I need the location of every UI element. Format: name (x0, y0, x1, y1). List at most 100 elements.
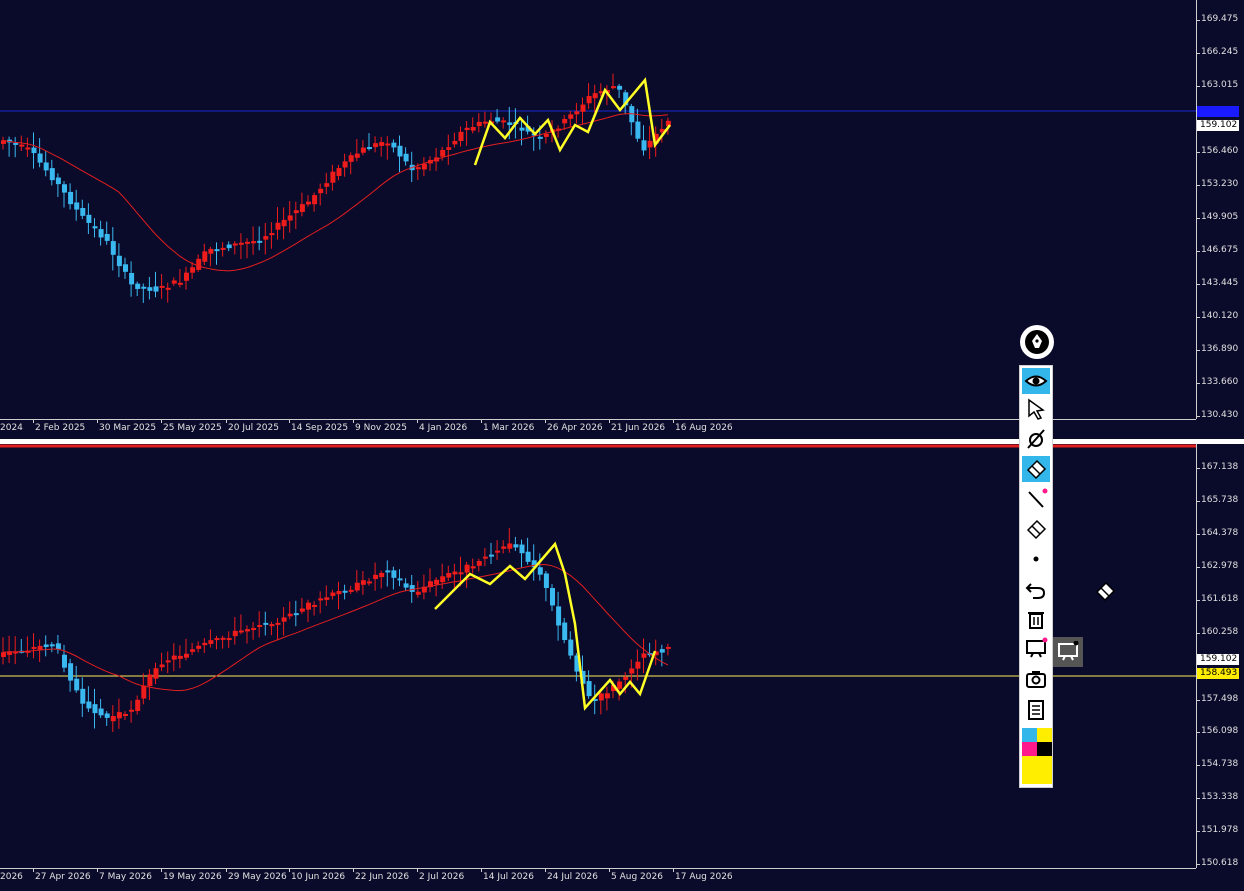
candle-body (190, 649, 196, 652)
candle-body (263, 236, 269, 240)
candle-body (190, 267, 196, 273)
clipboard-icon (1028, 700, 1044, 720)
candle-body (220, 637, 226, 640)
candle-body (165, 660, 171, 663)
candle-body (68, 663, 74, 681)
bottom-price-axis[interactable]: 167.138 165.738 164.378 162.978 161.618 160.2… (1196, 444, 1244, 868)
candle-body (519, 127, 525, 131)
price-tick-mark (1196, 700, 1200, 701)
color-swatch[interactable] (1022, 742, 1037, 756)
color-swatch[interactable] (1022, 728, 1037, 742)
hide-drawings-tool-button[interactable] (1022, 426, 1050, 452)
candle-body (1, 652, 6, 657)
date-tick-mark (33, 868, 34, 872)
top-price-axis[interactable]: 169.475 166.245 163.015 159.102 156.460 153.2… (1196, 0, 1244, 420)
candle-body (129, 272, 135, 285)
candle-body (635, 121, 641, 139)
candle-body (495, 550, 501, 553)
trash-tool-button[interactable] (1022, 606, 1050, 632)
candle-body (373, 143, 379, 148)
candle-body (110, 716, 116, 722)
price-tick-mark (1196, 251, 1200, 252)
candle-body (104, 713, 110, 718)
candle-body (336, 591, 342, 595)
candle-body (403, 153, 409, 162)
screen-tool-popup[interactable] (1053, 637, 1083, 667)
candle-body (31, 147, 37, 154)
candle-body (379, 142, 385, 146)
price-tick-label: 165.738 (1201, 495, 1239, 505)
drawing-toolbar (1019, 365, 1053, 788)
clipboard-tool-button[interactable] (1022, 696, 1050, 722)
candle-body (263, 622, 269, 625)
candle-body (226, 244, 232, 249)
undo-tool-button[interactable] (1022, 576, 1050, 602)
candle-body (318, 188, 324, 194)
cursor-icon (1028, 398, 1045, 420)
candle-body (641, 653, 647, 658)
date-tick-mark (353, 419, 354, 423)
top-date-axis: 2024 2 Feb 2025 30 Mar 2025 25 May 2025 20 J… (0, 419, 1196, 440)
candle-body (80, 688, 86, 704)
color-swatch[interactable] (1022, 756, 1037, 784)
date-tick-mark (673, 419, 674, 423)
bottom-chart-canvas[interactable] (0, 444, 1196, 868)
date-tick-mark (289, 868, 290, 872)
candle-body (354, 153, 360, 158)
top-chart-pane[interactable] (0, 0, 1196, 419)
candle-body (507, 122, 513, 126)
price-tick-label: 154.738 (1201, 759, 1239, 769)
color-swatch[interactable] (1037, 742, 1052, 756)
candle-body (214, 249, 220, 252)
candle-body (306, 201, 311, 205)
date-label: 16 Aug 2026 (675, 423, 733, 433)
candle-body (482, 121, 488, 124)
camera-tool-button[interactable] (1022, 666, 1050, 692)
dot-tool-button[interactable] (1022, 546, 1050, 572)
candle-body (208, 248, 214, 254)
undo-icon (1025, 583, 1046, 599)
bottom-chart-pane[interactable] (0, 444, 1196, 868)
date-tick-mark (417, 868, 418, 872)
pen-tool-button[interactable] (1020, 325, 1054, 359)
price-tick-label: 130.430 (1201, 410, 1239, 420)
candle-body (458, 572, 464, 575)
color-swatch[interactable] (1037, 728, 1052, 742)
candle-body (415, 167, 421, 170)
candle-body (440, 576, 446, 583)
candle-body (129, 709, 135, 712)
eye-tool-button[interactable] (1022, 368, 1050, 394)
candle-body (257, 240, 263, 243)
price-tick-mark (1196, 20, 1200, 21)
candle-body (458, 131, 464, 142)
candle-body (135, 699, 141, 711)
candle-body (31, 646, 37, 649)
top-chart-canvas[interactable] (0, 0, 1196, 419)
candle-body (306, 602, 311, 610)
price-tick-label: 133.660 (1201, 377, 1239, 387)
color-swatch[interactable] (1037, 756, 1052, 784)
candle-body (80, 207, 86, 216)
candle-body (330, 171, 336, 183)
candle-body (287, 215, 293, 221)
cursor-tool-button[interactable] (1022, 396, 1050, 422)
line-tool-button[interactable] (1022, 486, 1050, 512)
candle-body (385, 570, 391, 573)
date-tick-mark (97, 419, 98, 423)
eraser-tool-button[interactable] (1022, 456, 1050, 482)
candle-body (665, 646, 671, 649)
candle-body (482, 556, 488, 559)
screen-tool-button[interactable] (1022, 636, 1050, 662)
price-tick-mark (1196, 633, 1200, 634)
candle-body (55, 643, 61, 650)
date-tick-mark (417, 419, 418, 423)
candle-body (245, 629, 250, 632)
candle-body (379, 572, 385, 578)
date-label: 17 Aug 2026 (675, 872, 733, 882)
price-tick-mark (1196, 864, 1200, 865)
eraser-alt-tool-button[interactable] (1022, 516, 1050, 542)
candle-body (287, 613, 293, 617)
candle-body (251, 241, 257, 244)
price-tick-mark (1196, 567, 1200, 568)
candle-body (324, 597, 330, 600)
